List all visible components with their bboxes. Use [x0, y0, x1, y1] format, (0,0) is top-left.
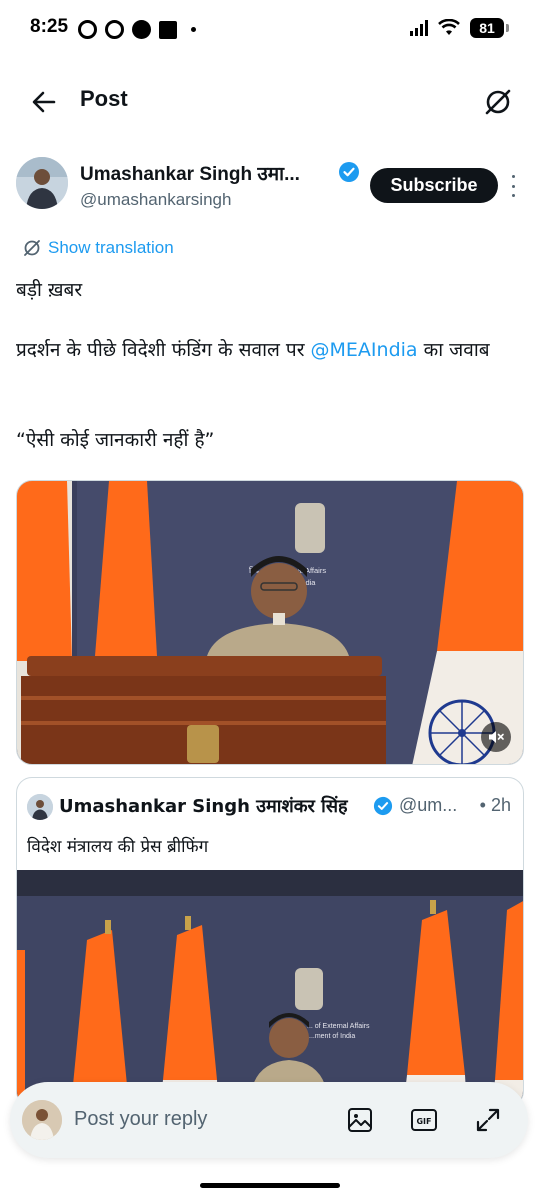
- more-notifications-icon: [191, 27, 196, 32]
- author-avatar[interactable]: [16, 157, 68, 209]
- notification-app-icon: [78, 20, 97, 39]
- verified-badge-icon: [339, 162, 359, 182]
- author-handle[interactable]: @umashankarsingh: [80, 190, 231, 210]
- reply-composer: Post your reply GIF: [10, 1082, 528, 1158]
- quoted-post-time: • 2h: [479, 795, 511, 815]
- home-indicator[interactable]: [200, 1183, 340, 1188]
- notification-dot-icon: [132, 20, 151, 39]
- quoted-author-avatar: [27, 794, 53, 820]
- gif-button[interactable]: GIF: [410, 1106, 438, 1134]
- signal-icon: [410, 20, 428, 36]
- my-avatar: [22, 1100, 62, 1140]
- system-icons: 81: [410, 18, 509, 38]
- wifi-icon: [438, 19, 460, 35]
- reply-input[interactable]: Post your reply: [74, 1108, 207, 1131]
- author-name[interactable]: Umashankar Singh उमा...: [80, 160, 300, 186]
- verified-badge-icon: [373, 796, 393, 816]
- mention-link[interactable]: @MEAIndia: [311, 339, 418, 361]
- notification-square-icon: [159, 20, 177, 39]
- quoted-author-name: Umashankar Singh उमाशंकर सिंह: [59, 796, 348, 817]
- post-text-line-2b: का जवाब: [417, 339, 490, 361]
- mute-toggle[interactable]: [481, 722, 511, 752]
- whatsapp-icon: [105, 20, 124, 39]
- subscribe-button[interactable]: Subscribe: [370, 168, 498, 203]
- quoted-post-text: विदेश मंत्रालय की प्रेस ब्रीफिंग: [27, 837, 209, 857]
- volume-muted-icon: [489, 731, 504, 743]
- battery-indicator: 81: [470, 18, 509, 38]
- post-text-paragraph-2: प्रदर्शन के पीछे विदेशी फंडिंग के सवाल प…: [16, 335, 526, 366]
- quoted-post-image: ... of External Affairs ...ment of India: [17, 870, 523, 1106]
- post-text-line-3: “ऐसी कोई जानकारी नहीं है”: [16, 429, 215, 451]
- gif-icon: GIF: [411, 1109, 437, 1131]
- top-bar: Post: [0, 60, 540, 144]
- show-translation-link[interactable]: Show translation: [22, 238, 174, 258]
- post-text-line-1: बड़ी ख़बर: [16, 279, 83, 301]
- quoted-post[interactable]: Umashankar Singh उमाशंकर सिंह @um... • 2…: [16, 777, 524, 1107]
- status-bar: 8:25 81: [0, 0, 540, 60]
- post-text-line-2a: प्रदर्शन के पीछे विदेशी फंडिंग के सवाल प…: [16, 339, 311, 361]
- page-title: Post: [80, 86, 128, 111]
- gif-label: GIF: [416, 1117, 431, 1126]
- grok-translate-icon: [24, 240, 40, 256]
- arrow-left-icon[interactable]: [28, 86, 60, 118]
- status-time: 8:25: [30, 16, 69, 37]
- quoted-banner-line-1: ... of External Affairs: [307, 1023, 370, 1030]
- quoted-author-handle: @um...: [399, 795, 458, 815]
- post-video[interactable]: विदे... of External Affairs ...ernment o…: [16, 480, 524, 765]
- notification-icons: [78, 20, 196, 39]
- grok-icon[interactable]: [482, 86, 514, 118]
- show-translation-label: Show translation: [48, 238, 174, 257]
- expand-icon[interactable]: [474, 1106, 502, 1134]
- more-options-icon[interactable]: [506, 175, 520, 197]
- quoted-banner-line-2: ...ment of India: [309, 1033, 355, 1040]
- image-icon[interactable]: [346, 1106, 374, 1134]
